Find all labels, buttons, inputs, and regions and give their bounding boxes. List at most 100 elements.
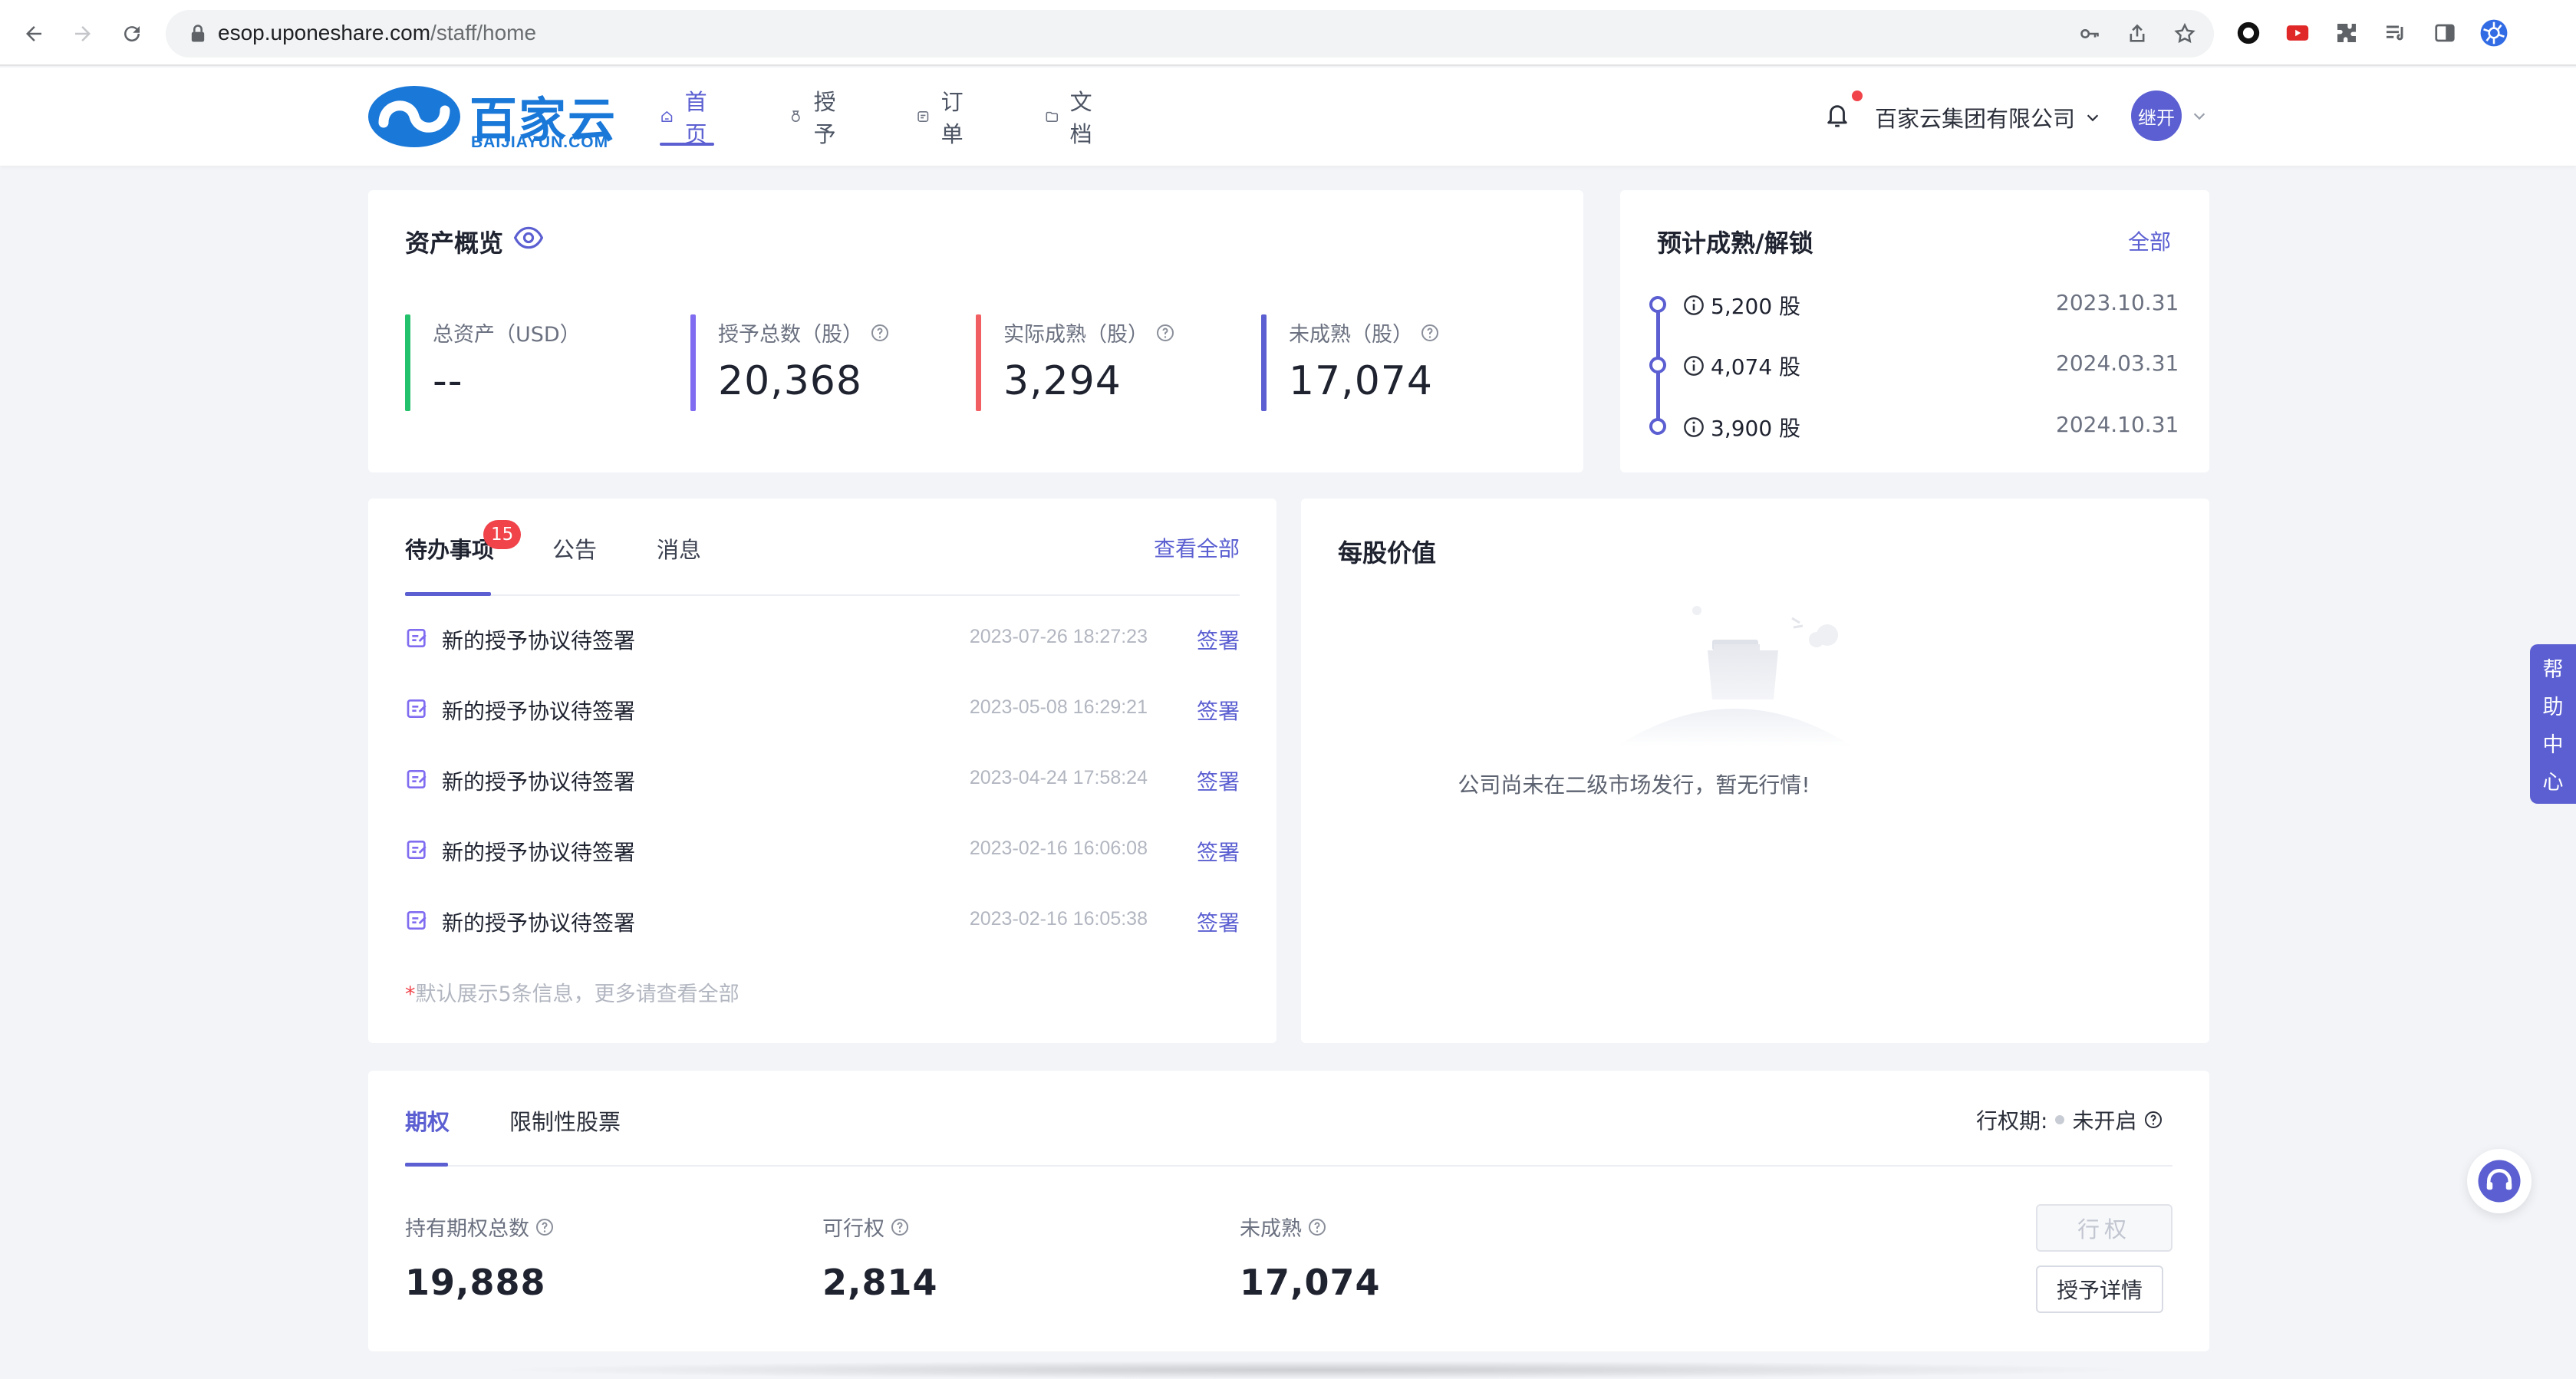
stat-color-bar	[690, 314, 696, 411]
view-all-link[interactable]: 查看全部	[1154, 532, 1240, 563]
exercise-button[interactable]: 行权	[2036, 1204, 2172, 1252]
todo-time: 2023-05-08 16:29:21	[969, 696, 1148, 718]
question-circle-icon[interactable]	[2144, 1111, 2163, 1129]
todo-time: 2023-02-16 16:05:38	[969, 908, 1148, 930]
order-icon	[917, 111, 929, 122]
todo-text: 新的授予协议待签署	[442, 628, 636, 653]
browser-toolbar: esop.uponeshare.com/staff/home	[0, 0, 2576, 66]
vesting-item: 5,200 股	[1683, 290, 1800, 321]
forward-arrow-icon[interactable]	[64, 15, 101, 52]
info-circle-icon[interactable]	[1683, 295, 1705, 316]
vesting-date: 2024.03.31	[2056, 351, 2179, 376]
question-circle-icon[interactable]	[1308, 1218, 1326, 1236]
extension-circle-icon[interactable]	[2234, 18, 2263, 48]
stat-vested: 实际成熟（股） 3,294	[976, 314, 1174, 411]
vesting-title: 预计成熟/解锁	[1657, 229, 1813, 258]
folder-icon	[1046, 111, 1059, 122]
logo-subtitle: BAIJIAYUN.COM	[471, 133, 609, 151]
nav-order[interactable]: 订单	[916, 89, 970, 147]
todo-item[interactable]: 新的授予协议待签署 2023-05-08 16:29:21 签署	[405, 692, 1240, 726]
tab-options[interactable]: 期权	[405, 1104, 450, 1137]
nav-docs[interactable]: 文档	[1045, 89, 1099, 147]
timeline-dot	[1649, 357, 1666, 374]
tab-restricted-stock[interactable]: 限制性股票	[509, 1104, 621, 1137]
bookmark-star-icon[interactable]	[2172, 21, 2197, 46]
question-circle-icon[interactable]	[1156, 324, 1174, 342]
video-extension-icon[interactable]	[2283, 18, 2312, 48]
timeline-dot	[1649, 296, 1666, 313]
vesting-all-link[interactable]: 全部	[2128, 225, 2171, 256]
info-circle-icon[interactable]	[1683, 355, 1705, 377]
reading-list-icon[interactable]	[2381, 18, 2410, 48]
todo-item[interactable]: 新的授予协议待签署 2023-07-26 18:27:23 签署	[405, 621, 1240, 655]
stat-value: 17,074	[1289, 358, 1433, 404]
tab-divider	[405, 594, 1240, 596]
todo-item[interactable]: 新的授予协议待签署 2023-02-16 16:06:08 签署	[405, 833, 1240, 867]
todo-text: 新的授予协议待签署	[442, 840, 636, 865]
stat-label: 未成熟（股）	[1289, 323, 1413, 347]
stat-options-unvested: 未成熟 17,074	[1240, 1217, 1381, 1303]
sign-button[interactable]: 签署	[1197, 624, 1240, 655]
reload-icon[interactable]	[114, 15, 150, 52]
medal-icon	[791, 110, 800, 122]
todo-footnote: *默认展示5条信息，更多请查看全部	[405, 982, 740, 1006]
sign-button[interactable]: 签署	[1197, 836, 1240, 867]
stat-value: 17,074	[1240, 1262, 1381, 1303]
stat-total-options: 持有期权总数 19,888	[405, 1212, 554, 1303]
stat-label: 授予总数（股）	[718, 323, 863, 347]
todo-count-badge: 15	[483, 520, 522, 549]
avatar-chevron-down-icon[interactable]	[2191, 107, 2208, 124]
vesting-date: 2024.10.31	[2056, 412, 2179, 437]
question-circle-icon[interactable]	[1421, 324, 1439, 342]
todo-text: 新的授予协议待签署	[442, 910, 636, 936]
sign-doc-icon	[407, 911, 427, 930]
vesting-date: 2023.10.31	[2056, 290, 2179, 315]
sign-doc-icon	[407, 770, 427, 788]
todo-item[interactable]: 新的授予协议待签署 2023-04-24 17:58:24 签署	[405, 762, 1240, 796]
todo-time: 2023-07-26 18:27:23	[969, 626, 1148, 647]
sign-button[interactable]: 签署	[1197, 907, 1240, 937]
todo-time: 2023-02-16 16:06:08	[969, 838, 1148, 859]
exercise-period-status: 行权期: 未开启	[1976, 1104, 2163, 1135]
info-circle-icon[interactable]	[1683, 416, 1705, 438]
nav-home[interactable]: 首页	[660, 89, 715, 147]
kubernetes-extension-icon[interactable]	[2479, 18, 2508, 48]
address-bar[interactable]: esop.uponeshare.com/staff/home	[166, 10, 2214, 58]
grant-detail-button[interactable]: 授予详情	[2036, 1265, 2163, 1313]
sign-button[interactable]: 签署	[1197, 695, 1240, 726]
question-circle-icon[interactable]	[891, 1218, 909, 1236]
tab-todo[interactable]: 待办事项	[405, 532, 494, 564]
notification-dot	[1852, 91, 1863, 101]
help-center-tab[interactable]: 帮 助 中 心	[2530, 644, 2576, 804]
eye-icon[interactable]	[514, 225, 543, 250]
todo-item[interactable]: 新的授予协议待签署 2023-02-16 16:05:38 签署	[405, 903, 1240, 937]
extensions-puzzle-icon[interactable]	[2332, 18, 2361, 48]
stat-total-assets: 总资产（USD） --	[405, 314, 581, 411]
share-icon[interactable]	[2125, 21, 2149, 46]
back-arrow-icon[interactable]	[15, 15, 52, 52]
sign-doc-icon	[407, 699, 427, 718]
tab-announcement[interactable]: 公告	[552, 532, 597, 564]
user-avatar[interactable]: 继开	[2131, 91, 2182, 141]
stat-color-bar	[1261, 314, 1267, 411]
stat-color-bar	[976, 314, 981, 411]
asset-overview-title: 资产概览	[405, 229, 504, 258]
customer-support-button[interactable]	[2467, 1149, 2532, 1213]
vesting-item: 3,900 股	[1683, 412, 1800, 443]
nav-grant[interactable]: 授予	[789, 89, 843, 147]
stat-value: 19,888	[405, 1262, 546, 1303]
todo-text: 新的授予协议待签署	[442, 699, 636, 724]
stat-label: 总资产（USD）	[433, 323, 581, 347]
question-circle-icon[interactable]	[871, 324, 889, 342]
url-text: esop.uponeshare.com/staff/home	[218, 21, 537, 44]
side-panel-icon[interactable]	[2430, 18, 2459, 48]
vesting-item: 4,074 股	[1683, 351, 1800, 381]
tab-messages[interactable]: 消息	[657, 532, 701, 564]
bell-icon[interactable]	[1824, 100, 1850, 130]
question-circle-icon[interactable]	[535, 1218, 554, 1236]
key-icon[interactable]	[2077, 21, 2102, 46]
options-tab-divider	[405, 1165, 2172, 1167]
company-switcher[interactable]: 百家云集团有限公司	[1875, 101, 2101, 133]
sign-doc-icon	[407, 841, 427, 859]
sign-button[interactable]: 签署	[1197, 765, 1240, 796]
